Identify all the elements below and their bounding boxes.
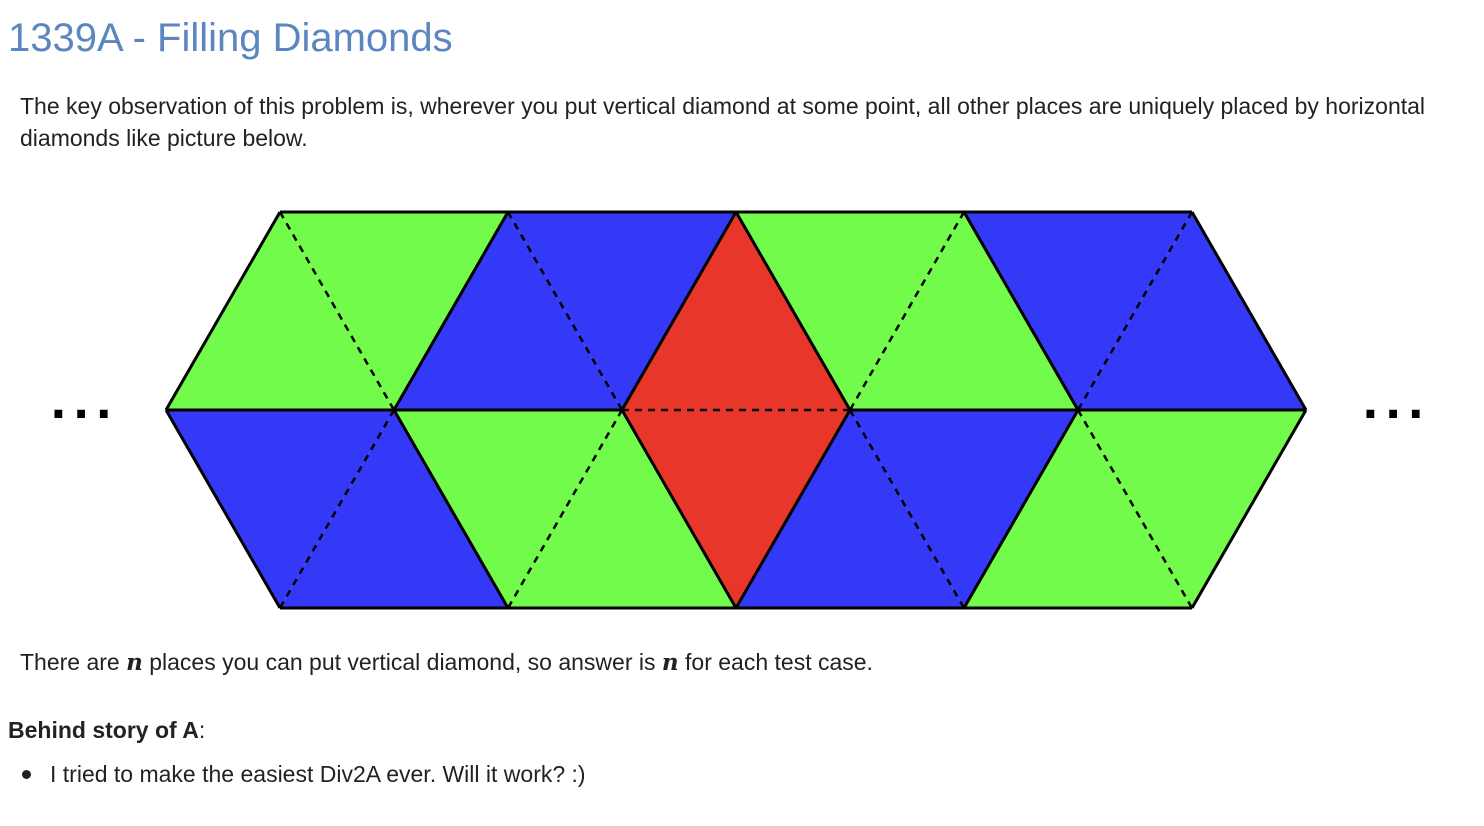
story-list: I tried to make the easiest Div2A ever. … bbox=[0, 758, 586, 790]
bullet-icon bbox=[22, 770, 31, 779]
answer-paragraph: There are n places you can put vertical … bbox=[20, 646, 873, 679]
page-title: 1339A - Filling Diamonds bbox=[8, 16, 453, 60]
variable-n: n bbox=[661, 649, 679, 676]
variable-n: n bbox=[126, 649, 143, 676]
ellipsis-right: ... bbox=[1362, 378, 1430, 429]
list-item: I tried to make the easiest Div2A ever. … bbox=[0, 758, 586, 790]
story-heading-colon: : bbox=[198, 717, 206, 743]
diamond-tiling-figure: ... ... bbox=[0, 190, 1484, 630]
story-heading-label: Behind story of A bbox=[8, 717, 199, 743]
tiling-svg: ... ... bbox=[50, 210, 1430, 610]
story-heading: Behind story of A: bbox=[8, 714, 205, 746]
answer-text-3: for each test case. bbox=[678, 649, 873, 675]
ellipsis-left: ... bbox=[50, 378, 118, 429]
list-item-text: I tried to make the easiest Div2A ever. … bbox=[50, 761, 586, 787]
intro-paragraph: The key observation of this problem is, … bbox=[20, 93, 1426, 151]
answer-text-1: There are bbox=[20, 649, 127, 675]
answer-text-2: places you can put vertical diamond, so … bbox=[142, 649, 662, 675]
